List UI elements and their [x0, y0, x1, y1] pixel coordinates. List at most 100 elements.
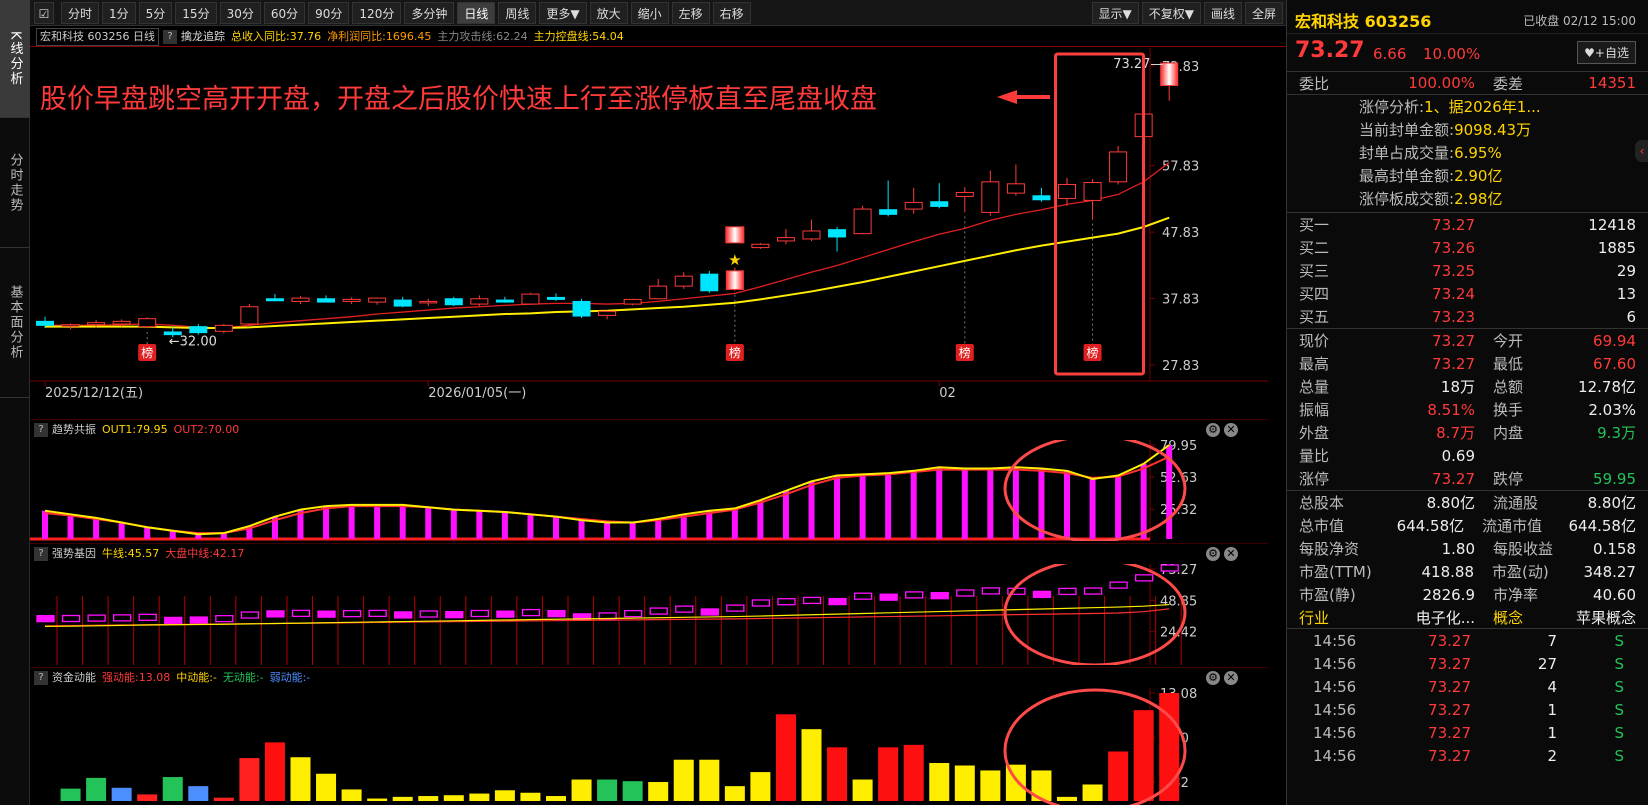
period-button[interactable]: 90分	[308, 1, 350, 24]
leaderboard-badge[interactable]: 榜	[138, 344, 157, 361]
gear-icon[interactable]: ☑	[34, 1, 54, 24]
fundamental-cell: 市净率	[1493, 586, 1539, 604]
candle-body[interactable]	[1083, 181, 1102, 201]
candle-body[interactable]	[36, 320, 54, 326]
industry-value[interactable]: 电子化...	[1387, 607, 1475, 628]
candle-body[interactable]	[981, 181, 1000, 213]
toolbar-right-button[interactable]: 全屏	[1244, 2, 1283, 24]
candle-body[interactable]	[317, 298, 336, 303]
candle-body[interactable]	[853, 208, 872, 235]
candle-body[interactable]	[700, 273, 719, 292]
candle-body[interactable]	[495, 299, 514, 303]
toolbar-right-button[interactable]: 不复权▼	[1141, 2, 1201, 24]
momentum-bar	[341, 789, 362, 801]
bid-row[interactable]: 买三 73.25 29	[1287, 259, 1648, 282]
period-button[interactable]: 5分	[138, 1, 173, 24]
candle-body[interactable]	[955, 191, 974, 197]
period-button[interactable]: 30分	[219, 1, 261, 24]
close-icon[interactable]: ✕	[1224, 546, 1238, 561]
tab-fundamentals[interactable]: 基本面分析	[0, 248, 30, 398]
candle-body[interactable]	[214, 324, 233, 332]
strong-gene-chart[interactable]: 73.2748.8524.42	[30, 564, 1268, 665]
add-favorite-button[interactable]: ♥+自选	[1577, 41, 1636, 64]
period-button[interactable]: 15分	[175, 1, 217, 24]
candle-body[interactable]	[419, 300, 438, 304]
momentum-bar	[367, 798, 388, 801]
help-icon[interactable]: ?	[162, 29, 177, 44]
leaderboard-badge[interactable]: 榜	[1083, 344, 1102, 361]
candle-body[interactable]	[61, 324, 80, 327]
tab-intraday[interactable]: 分时走势	[0, 118, 30, 248]
candle-body[interactable]	[547, 296, 565, 300]
candle-body[interactable]	[598, 310, 617, 316]
candle-body[interactable]	[291, 297, 310, 302]
candle-body[interactable]	[368, 297, 387, 303]
close-icon[interactable]: ✕	[1224, 422, 1238, 437]
period-button[interactable]: 放大	[589, 1, 628, 24]
gear-icon[interactable]: ⚙	[1206, 670, 1220, 685]
candle-body[interactable]	[138, 318, 157, 328]
candle-body[interactable]	[802, 230, 821, 240]
candle-body[interactable]	[751, 243, 770, 249]
kline-chart[interactable]: 72.8357.8347.8337.8327.832025/12/12(五) 20…	[30, 48, 1268, 418]
scroll-arrow-icon[interactable]: ‹	[1635, 140, 1648, 162]
period-button[interactable]: 左移	[671, 1, 710, 24]
bid-row[interactable]: 买一 73.27 12418	[1287, 213, 1648, 236]
candle-body[interactable]	[189, 326, 208, 334]
candle-body[interactable]	[572, 300, 591, 317]
fund-momentum-chart[interactable]: 13.087.702.32	[30, 688, 1268, 805]
candle-body[interactable]	[1109, 151, 1128, 183]
candle-body[interactable]	[470, 298, 489, 305]
candle-body[interactable]	[1006, 183, 1025, 194]
tab-kline-analysis[interactable]: K线分析	[0, 0, 30, 118]
candle-body[interactable]	[112, 320, 131, 325]
candle-body[interactable]	[393, 299, 412, 307]
trend-resonance-chart[interactable]: 79.9552.6325.32	[30, 440, 1268, 541]
period-button[interactable]: 多分钟	[404, 1, 455, 24]
candle-body[interactable]	[649, 285, 668, 300]
leaderboard-badge[interactable]: 榜	[725, 344, 744, 361]
candle-body[interactable]	[87, 322, 106, 326]
candle-body[interactable]	[521, 293, 540, 305]
bid-row[interactable]: 买五 73.23 6	[1287, 305, 1648, 328]
candle-body[interactable]	[725, 270, 744, 290]
candle-body[interactable]	[342, 298, 361, 302]
candle-body[interactable]	[623, 298, 642, 305]
y-tick-label: 47.83	[1162, 226, 1199, 241]
bid-row[interactable]: 买四 73.24 13	[1287, 282, 1648, 305]
annotation-arrow-icon	[997, 90, 1050, 104]
gear-icon[interactable]: ⚙	[1206, 422, 1220, 437]
help-icon[interactable]: ?	[34, 422, 48, 437]
candle-body[interactable]	[930, 201, 949, 207]
candle-body[interactable]	[444, 298, 463, 306]
trend-bar	[42, 510, 48, 539]
leaderboard-badge[interactable]: 榜	[955, 344, 974, 361]
candle-body[interactable]	[240, 306, 259, 325]
quote-cell: 69.94	[1593, 331, 1636, 350]
candle-body[interactable]	[828, 229, 847, 238]
period-button[interactable]: 1分	[102, 1, 136, 24]
candle-body[interactable]	[904, 201, 923, 210]
gear-icon[interactable]: ⚙	[1206, 546, 1220, 561]
period-button[interactable]: 日线	[457, 1, 496, 24]
candle-body[interactable]	[265, 298, 284, 302]
period-button[interactable]: 缩小	[630, 1, 669, 24]
toolbar-right-button[interactable]: 显示▼	[1091, 2, 1139, 24]
toolbar-right-button[interactable]: 画线	[1203, 2, 1242, 24]
help-icon[interactable]: ?	[34, 670, 48, 685]
candle-body[interactable]	[1032, 195, 1051, 201]
period-button[interactable]: 周线	[498, 1, 537, 24]
period-button[interactable]: 60分	[263, 1, 306, 24]
period-button[interactable]: 分时	[61, 1, 100, 24]
concept-value[interactable]: 苹果概念	[1573, 607, 1636, 628]
candle-body[interactable]	[776, 237, 795, 242]
period-button[interactable]: 更多▼	[539, 1, 587, 24]
period-button[interactable]: 右移	[712, 1, 751, 24]
candle-body[interactable]	[879, 209, 898, 215]
candle-body[interactable]	[674, 275, 693, 287]
help-icon[interactable]: ?	[34, 546, 48, 561]
close-icon[interactable]: ✕	[1224, 670, 1238, 685]
bid-row[interactable]: 买二 73.26 1885	[1287, 236, 1648, 259]
candle-body[interactable]	[1058, 183, 1076, 199]
period-button[interactable]: 120分	[352, 1, 402, 24]
